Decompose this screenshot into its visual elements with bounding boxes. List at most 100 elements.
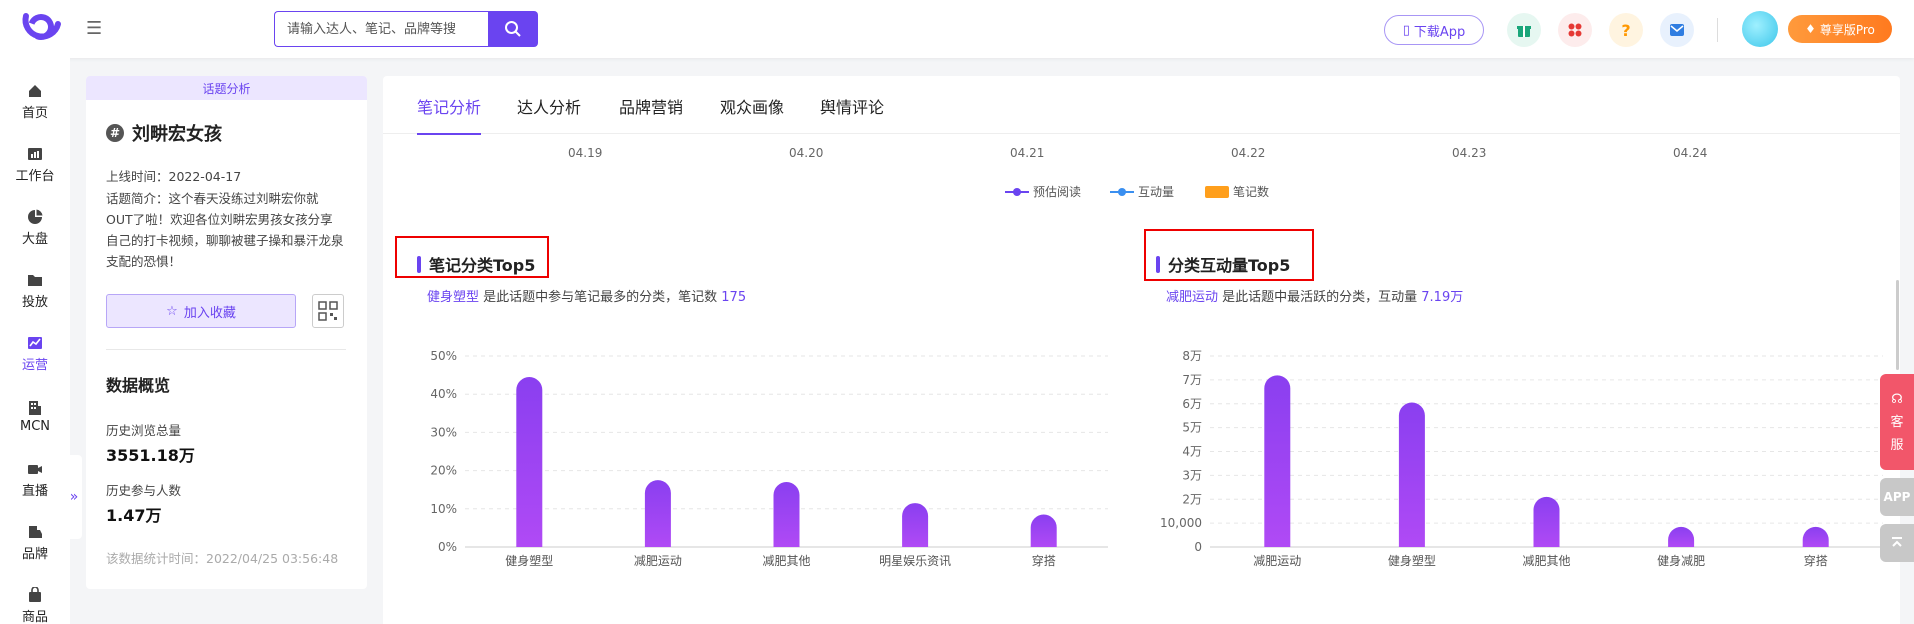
- chart-right-subtitle: 减肥运动 是此话题中最活跃的分类，互动量 7.19万: [1166, 286, 1463, 305]
- y-tick-label: 0%: [438, 540, 457, 554]
- y-tick-label: 3万: [1182, 468, 1202, 482]
- nav-label: 投放: [21, 295, 48, 310]
- chart-left-title: 笔记分类Top5: [417, 252, 535, 276]
- topic-info-panel: 话题分析 # 刘畊宏女孩 上线时间：2022-04-17 话题简介：这个春天没练…: [86, 76, 367, 589]
- tab-brand[interactable]: 品牌营销: [619, 94, 683, 134]
- legend-item-read[interactable]: 预估阅读: [1005, 183, 1081, 200]
- legend-item-notes[interactable]: 笔记数: [1205, 183, 1269, 200]
- nav-item-workbench[interactable]: 工作台: [0, 137, 70, 193]
- download-app-button[interactable]: ▯ 下载App: [1384, 15, 1484, 45]
- y-tick-label: 8万: [1182, 349, 1202, 363]
- pro-button[interactable]: ♦ 尊享版Pro: [1788, 15, 1892, 43]
- trend-x-label: 04.22: [1231, 146, 1266, 160]
- avatar[interactable]: [1742, 11, 1778, 47]
- add-favorite-button[interactable]: ☆ 加入收藏: [106, 294, 296, 328]
- nav-item-goods[interactable]: 商品: [0, 578, 70, 624]
- legend-item-interaction[interactable]: 互动量: [1110, 183, 1174, 200]
- tab-audience[interactable]: 观众画像: [720, 94, 784, 134]
- topic-title-text: 刘畊宏女孩: [132, 124, 222, 145]
- chart-right-title: 分类互动量Top5: [1156, 252, 1290, 276]
- message-button[interactable]: [1660, 13, 1694, 47]
- y-tick-label: 10,000: [1160, 516, 1202, 530]
- bar: [1668, 526, 1695, 547]
- nav-item-brand[interactable]: 品牌: [0, 515, 70, 571]
- scrollbar-thumb[interactable]: [1896, 280, 1899, 370]
- qr-code-button[interactable]: [312, 294, 344, 328]
- bar: [1398, 402, 1425, 547]
- back-to-top-button[interactable]: [1880, 524, 1914, 562]
- trend-x-label: 04.24: [1673, 146, 1708, 160]
- chart-left-title-text: 笔记分类Top5: [429, 256, 536, 275]
- header-divider: [1717, 18, 1718, 42]
- star-icon: ☆: [166, 303, 178, 319]
- trend-x-label: 04.20: [789, 146, 824, 160]
- bar: [516, 377, 543, 547]
- app-side-button[interactable]: APP: [1880, 478, 1914, 516]
- nav-item-operation[interactable]: 运营: [0, 326, 70, 382]
- tab-sentiment[interactable]: 舆情评论: [820, 94, 884, 134]
- legend-rect-marker: [1205, 185, 1229, 198]
- nav-item-overview[interactable]: 大盘: [0, 200, 70, 256]
- video-icon: [28, 465, 42, 474]
- nav-expand-button[interactable]: »: [66, 455, 82, 539]
- x-tick-label: 减肥其他: [1522, 554, 1570, 568]
- views-label: 历史浏览总量: [106, 423, 182, 438]
- trend-icon: [28, 337, 42, 349]
- topic-title: # 刘畊宏女孩: [106, 120, 222, 146]
- bar: [1264, 375, 1291, 547]
- search-input[interactable]: [274, 11, 488, 47]
- panel-divider: [106, 349, 346, 350]
- mail-icon: [1670, 24, 1684, 36]
- apps-icon: [1568, 23, 1582, 37]
- trend-x-label: 04.21: [1010, 146, 1045, 160]
- logo-icon[interactable]: [20, 10, 62, 46]
- tab-notes[interactable]: 笔记分析: [417, 94, 482, 135]
- subtitle-value: 175: [721, 290, 747, 305]
- x-tick-label: 健身减肥: [1657, 553, 1705, 568]
- y-tick-label: 0: [1194, 540, 1202, 554]
- subtitle-highlight: 减肥运动: [1166, 290, 1219, 305]
- subtitle-text: 是此话题中参与笔记最多的分类，笔记数: [479, 290, 722, 305]
- y-tick-label: 5万: [1182, 421, 1202, 435]
- home-icon: [29, 85, 41, 97]
- chart-right-title-text: 分类互动量Top5: [1168, 256, 1291, 275]
- y-tick-label: 50%: [430, 349, 457, 363]
- nav-item-home[interactable]: 首页: [0, 74, 70, 130]
- tab-bar: 笔记分析 达人分析 品牌营销 观众画像 舆情评论: [383, 76, 1900, 135]
- help-button[interactable]: ?: [1609, 13, 1643, 47]
- legend-label: 预估阅读: [1033, 185, 1082, 199]
- kefu-label-2: 服: [1890, 437, 1904, 453]
- question-icon: ?: [1621, 20, 1631, 40]
- nav-item-ads[interactable]: 投放: [0, 263, 70, 319]
- nav-item-mcn[interactable]: MCN: [0, 389, 70, 445]
- intro-line: 话题简介：这个春天没练过刘畊宏你就: [106, 191, 319, 206]
- hashtag-icon: #: [106, 124, 124, 142]
- x-tick-label: 明星娱乐资讯: [879, 554, 951, 568]
- customer-service-button[interactable]: ☊ 客 服: [1880, 374, 1914, 470]
- dashboard-icon: [28, 148, 42, 160]
- x-tick-label: 穿搭: [1032, 553, 1056, 568]
- bar: [773, 482, 800, 547]
- subtitle-text: 是此话题中最活跃的分类，互动量: [1218, 290, 1422, 305]
- qr-code-icon: [318, 301, 338, 321]
- legend-line-marker: [1110, 187, 1134, 196]
- search-button[interactable]: [488, 11, 538, 47]
- nav-label: 大盘: [21, 232, 48, 247]
- title-accent-bar: [1156, 255, 1160, 273]
- subtitle-value: 7.19万: [1421, 290, 1464, 305]
- participants-value: 1.47万: [106, 506, 162, 525]
- overview-title: 数据概览: [106, 376, 171, 395]
- arrow-up-icon: [1892, 537, 1902, 547]
- topic-intro: 话题简介：这个春天没练过刘畊宏你就 OUT了啦！欢迎各位刘畊宏男孩女孩分享 自己…: [106, 188, 344, 272]
- apps-button[interactable]: [1558, 13, 1592, 47]
- tab-kol[interactable]: 达人分析: [517, 94, 581, 134]
- nav-item-live[interactable]: 直播: [0, 452, 70, 508]
- gift-button[interactable]: [1507, 13, 1541, 47]
- nav-label: 品牌: [21, 547, 48, 562]
- trend-x-label: 04.23: [1452, 146, 1487, 160]
- building-icon: [29, 401, 41, 415]
- chart-left-subtitle: 健身塑型 是此话题中参与笔记最多的分类，笔记数 175: [427, 286, 746, 305]
- nav-label: 首页: [21, 106, 48, 121]
- menu-toggle-icon[interactable]: ☰: [86, 18, 108, 40]
- bag-icon: [29, 587, 41, 602]
